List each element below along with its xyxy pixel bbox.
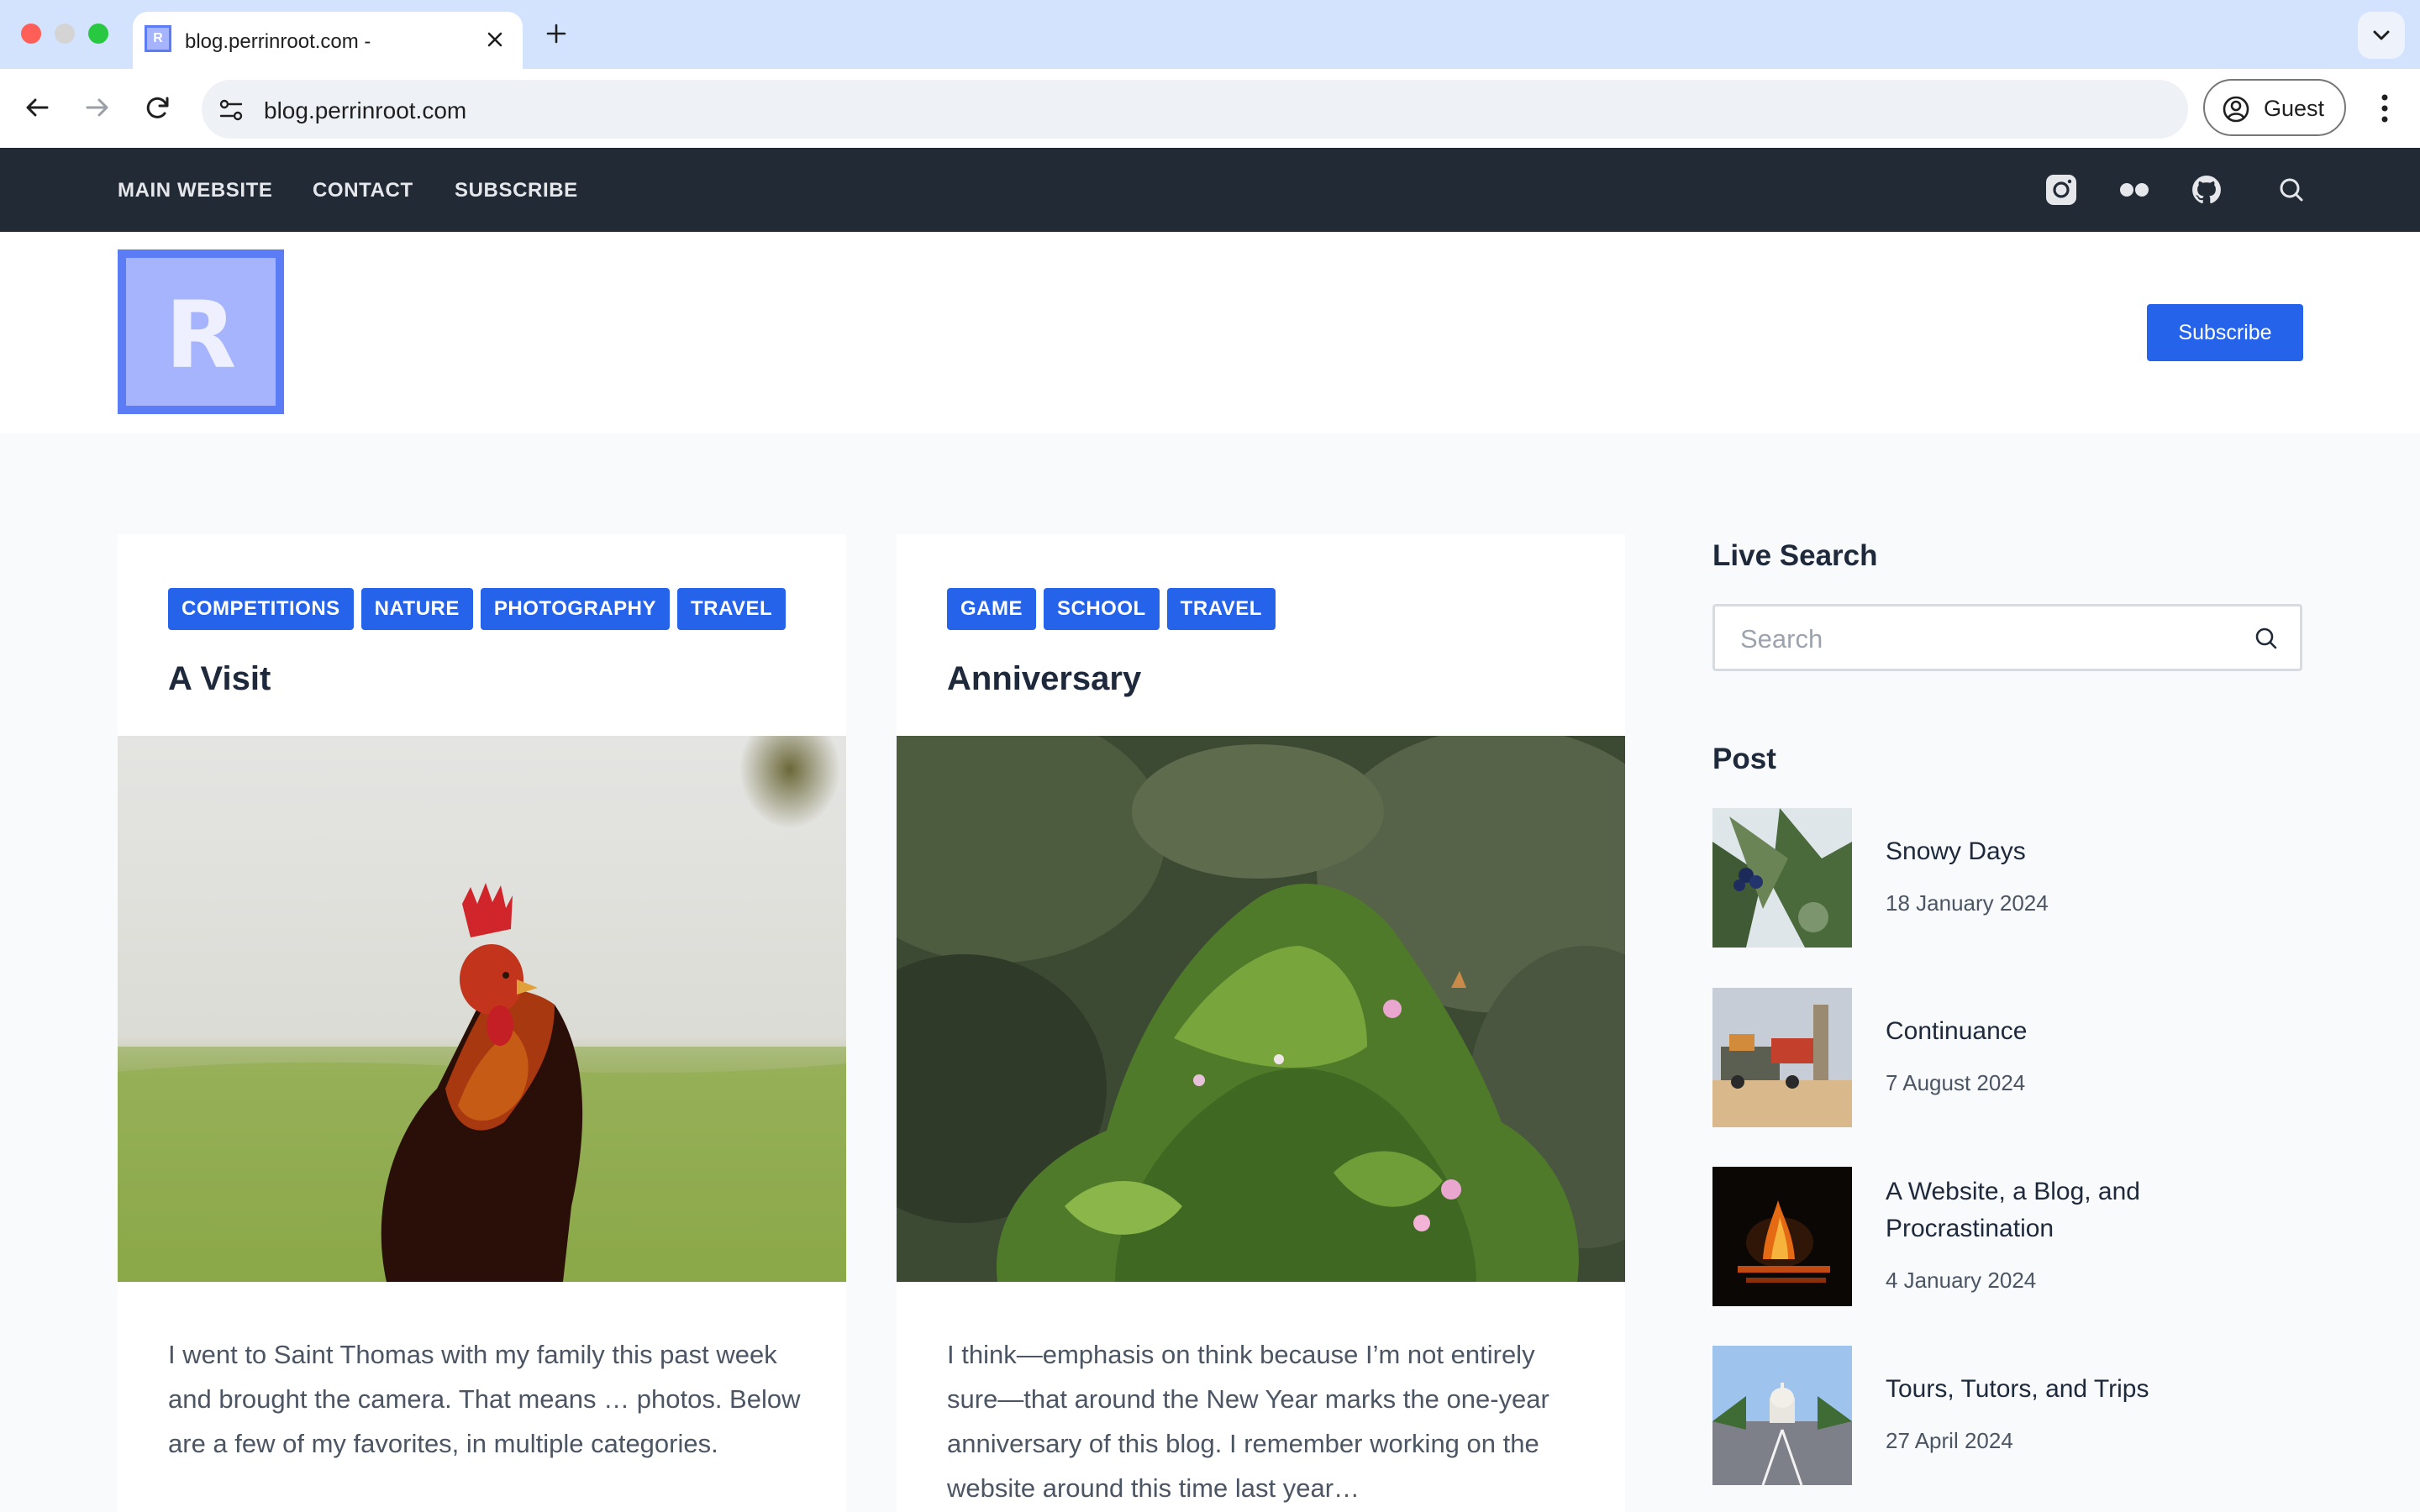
reload-icon[interactable] (139, 89, 176, 126)
post-thumbnail[interactable] (1712, 1167, 1852, 1306)
post-tags: COMPETITIONS NATURE PHOTOGRAPHY TRAVEL (168, 588, 786, 630)
post-thumbnail[interactable] (1712, 988, 1852, 1127)
rooster-photo[interactable] (118, 736, 846, 1282)
minimize-window-button[interactable] (55, 24, 75, 44)
post-thumbnail[interactable] (1712, 808, 1852, 948)
sidebar-post-date: 4 January 2024 (1886, 1268, 2037, 1293)
sidebar-post-item[interactable]: A Website, a Blog, and Procrastination 4… (1712, 1167, 2302, 1306)
search-input[interactable] (1740, 622, 2244, 656)
search-icon[interactable] (2275, 173, 2308, 207)
search-icon[interactable] (2253, 625, 2280, 652)
sidebar-post-item[interactable]: Tours, Tutors, and Trips 27 April 2024 (1712, 1346, 2302, 1485)
subscribe-button[interactable]: Subscribe (2147, 304, 2303, 361)
post-title[interactable]: Anniversary (947, 660, 1141, 698)
flowering-vine-photo[interactable] (897, 736, 1625, 1282)
post-tags: GAME SCHOOL TRAVEL (947, 588, 1276, 630)
post-title[interactable]: A Visit (168, 660, 271, 698)
tab-title: blog.perrinroot.com - (185, 30, 371, 53)
nav-link-contact[interactable]: CONTACT (313, 179, 413, 202)
sidebar-post-date: 7 August 2024 (1886, 1070, 2026, 1095)
browser-tab-active[interactable]: R blog.perrinroot.com - (133, 12, 523, 69)
sidebar-post-item[interactable]: Continuance 7 August 2024 (1712, 988, 2302, 1127)
browser-toolbar: blog.perrinroot.com Guest (0, 69, 2420, 148)
forward-arrow-icon[interactable] (79, 89, 116, 126)
sidebar-post-title[interactable]: Continuance (1886, 1013, 2289, 1050)
tag-travel[interactable]: TRAVEL (676, 588, 786, 630)
sidebar-post-item[interactable]: Snowy Days 18 January 2024 (1712, 808, 2302, 948)
close-tab-icon[interactable] (482, 27, 508, 52)
account-circle-icon (2223, 96, 2249, 123)
post-excerpt: I went to Saint Thomas with my family th… (168, 1340, 801, 1458)
back-arrow-icon[interactable] (18, 89, 55, 126)
address-bar[interactable]: blog.perrinroot.com (202, 80, 2188, 139)
favicon-icon: R (145, 25, 171, 52)
chevron-down-icon (2373, 30, 2390, 40)
post-card: COMPETITIONS NATURE PHOTOGRAPHY TRAVEL A… (118, 534, 846, 1512)
tag-school[interactable]: SCHOOL (1044, 588, 1160, 630)
sidebar-post-title[interactable]: A Website, a Blog, and Procrastination (1886, 1173, 2289, 1247)
site-top-nav: MAIN WEBSITE CONTACT SUBSCRIBE (0, 148, 2420, 232)
flickr-icon[interactable] (2118, 173, 2151, 207)
instagram-icon[interactable] (2044, 173, 2078, 207)
site-logo[interactable]: R (118, 249, 284, 414)
tag-nature[interactable]: NATURE (360, 588, 473, 630)
tab-search-button[interactable] (2358, 12, 2405, 59)
close-window-button[interactable] (21, 24, 41, 44)
github-icon[interactable] (2190, 173, 2223, 207)
nav-link-subscribe[interactable]: SUBSCRIBE (455, 179, 578, 202)
post-heading: Post (1712, 743, 1776, 775)
profile-label: Guest (2264, 96, 2325, 121)
new-tab-icon[interactable] (541, 17, 571, 50)
live-search-field[interactable] (1712, 604, 2302, 671)
url-text[interactable]: blog.perrinroot.com (264, 97, 466, 124)
logo-letter: R (165, 281, 237, 389)
post-excerpt: I think—emphasis on think because I’m no… (947, 1340, 1549, 1503)
nav-link-main-website[interactable]: MAIN WEBSITE (118, 179, 273, 202)
more-menu-icon[interactable] (2370, 89, 2400, 128)
sidebar-post-date: 27 April 2024 (1886, 1428, 2013, 1453)
site-header: R Subscribe (0, 232, 2420, 433)
live-search-heading: Live Search (1712, 539, 1878, 572)
tag-travel[interactable]: TRAVEL (1166, 588, 1276, 630)
sidebar-post-title[interactable]: Snowy Days (1886, 833, 2289, 870)
sidebar-post-date: 18 January 2024 (1886, 890, 2049, 916)
post-card: GAME SCHOOL TRAVEL Anniversary I think—e… (897, 534, 1625, 1512)
tag-competitions[interactable]: COMPETITIONS (168, 588, 354, 630)
site-info-icon[interactable] (217, 96, 245, 124)
tag-game[interactable]: GAME (947, 588, 1036, 630)
sidebar-post-title[interactable]: Tours, Tutors, and Trips (1886, 1371, 2289, 1408)
post-thumbnail[interactable] (1712, 1346, 1852, 1485)
maximize-window-button[interactable] (88, 24, 108, 44)
tag-photography[interactable]: PHOTOGRAPHY (480, 588, 670, 630)
browser-tab-strip: R blog.perrinroot.com - (0, 0, 2420, 69)
profile-button[interactable]: Guest (2203, 79, 2346, 136)
